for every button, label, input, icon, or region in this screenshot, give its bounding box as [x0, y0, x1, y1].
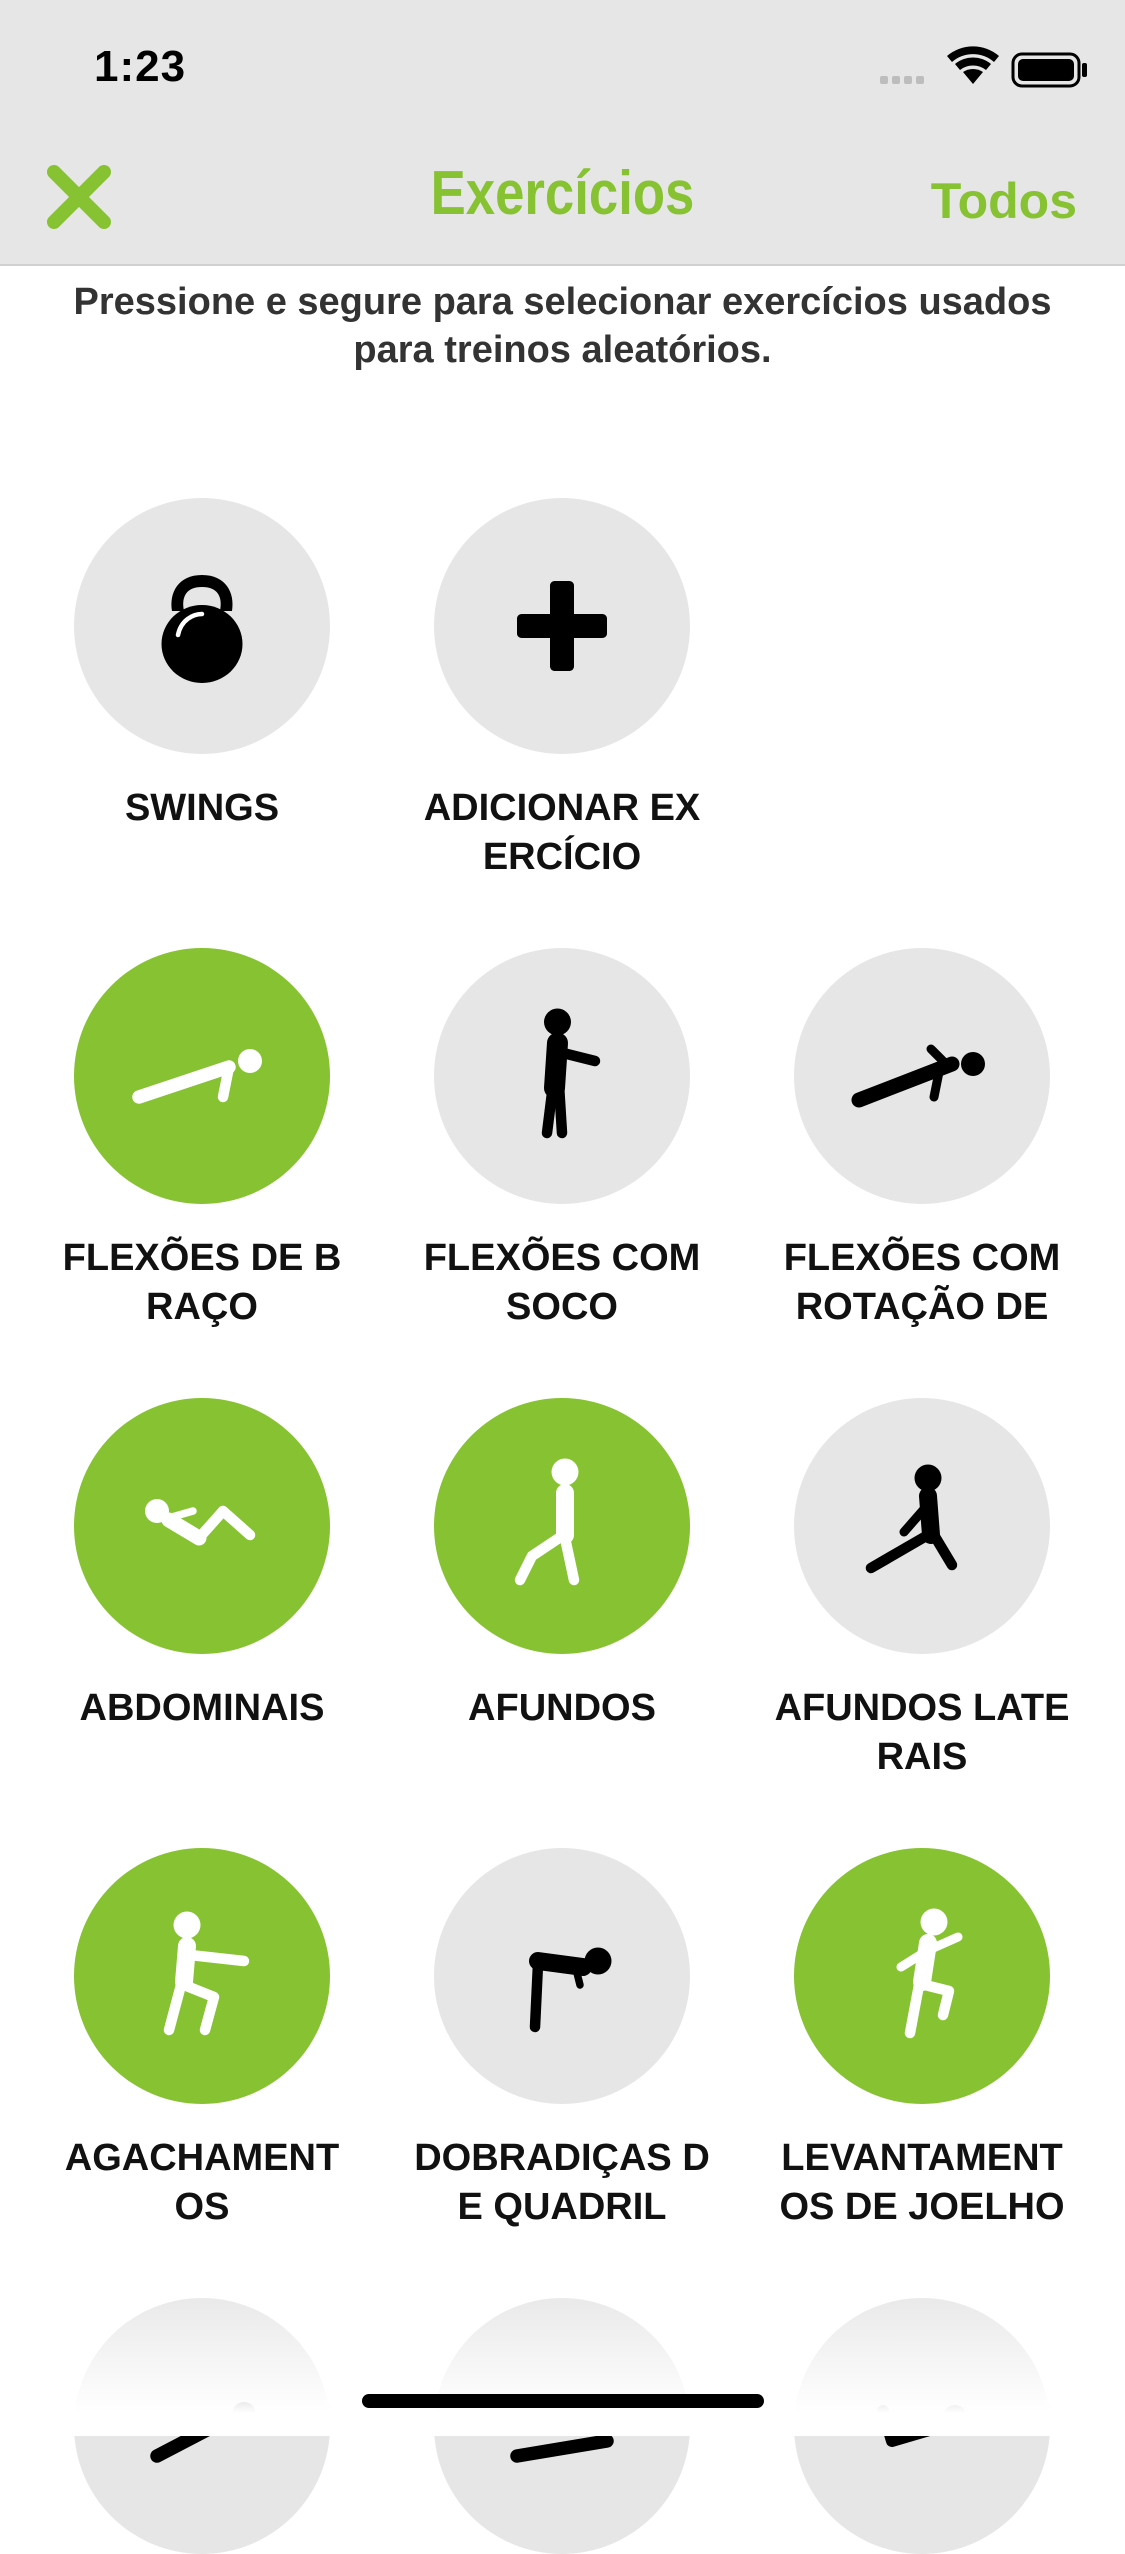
- exercise-icon-circle: [434, 1398, 690, 1654]
- exercise-icon-circle: [74, 498, 330, 754]
- status-bar: 1:23: [0, 0, 1125, 132]
- exercise-icon-circle: [794, 948, 1050, 1204]
- exercise-icon-circle: [74, 948, 330, 1204]
- status-icons: [825, 0, 1125, 132]
- home-indicator[interactable]: [362, 2394, 764, 2408]
- exercise-label: FLEXÕES COM SOCO: [423, 1237, 701, 1328]
- punch-icon: [541, 1008, 601, 1139]
- instructions-text: Pressione e segure para selecionar exerc…: [73, 281, 1052, 371]
- exercise-tile-hip-hinges[interactable]: DOBRADIÇAS DE QUADRIL: [412, 1848, 712, 2232]
- crunch-icon: [145, 1499, 256, 1546]
- exercise-label: DOBRADIÇAS DE QUADRIL: [414, 2137, 710, 2228]
- exercise-icon-circle: [794, 1398, 1050, 1654]
- rotation-push-up-icon: [851, 1044, 985, 1108]
- status-time: 1:23: [94, 42, 187, 91]
- kettlebell-icon: [161, 575, 243, 683]
- exercise-label: FLEXÕES COM ROTAÇÃO DE: [783, 1237, 1061, 1328]
- side-lunge-icon: [865, 1464, 958, 1574]
- exercise-label: AGACHAMENTOS: [64, 2137, 340, 2228]
- knee-raise-icon: [896, 1908, 963, 2039]
- exercise-tile-swings[interactable]: SWINGS: [52, 498, 352, 882]
- add-exercise-button[interactable]: ADICIONAR EXERCÍCIO: [412, 498, 712, 882]
- exercise-tile-lunges[interactable]: AFUNDOS: [412, 1398, 712, 1782]
- select-all-button[interactable]: Todos: [931, 172, 1077, 230]
- exercise-label: ADICIONAR EXERCÍCIO: [423, 787, 701, 878]
- navigation-bar: Exercícios Todos: [0, 132, 1125, 266]
- wifi-icon: [947, 46, 999, 84]
- exercise-tile-crunches[interactable]: ABDOMINAIS: [52, 1398, 352, 1782]
- exercise-icon-circle: [434, 948, 690, 1204]
- exercise-label: SWINGS: [124, 787, 280, 829]
- exercise-icon-circle: [794, 1848, 1050, 2104]
- exercise-icon-circle: [74, 1398, 330, 1654]
- lunge-icon: [514, 1458, 580, 1586]
- page-title: Exercícios: [430, 159, 695, 228]
- exercise-tile-side-lunges[interactable]: AFUNDOS LATERAIS: [772, 1398, 1072, 1782]
- exercise-label: LEVANTAMENTOS DE JOELHO: [779, 2137, 1065, 2228]
- bottom-fade: [0, 2280, 1125, 2436]
- exercise-icon-circle: [74, 1848, 330, 2104]
- exercise-label: AFUNDOS: [468, 1687, 656, 1729]
- plus-icon: [517, 581, 607, 671]
- exercise-icon-circle: [434, 498, 690, 754]
- exercise-tile-squats[interactable]: AGACHAMENTOS: [52, 1848, 352, 2232]
- hip-hinge-icon: [529, 1947, 612, 2033]
- exercise-label: FLEXÕES DE BRAÇO: [62, 1237, 342, 1328]
- exercise-tile-push-ups[interactable]: FLEXÕES DE BRAÇO: [52, 948, 352, 1332]
- battery-icon: [1011, 52, 1087, 88]
- exercise-tile-punch-push-ups[interactable]: FLEXÕES COM SOCO: [412, 948, 712, 1332]
- exercise-label: AFUNDOS LATERAIS: [774, 1687, 1070, 1778]
- exercise-icon-circle: [434, 1848, 690, 2104]
- squat-icon: [163, 1911, 250, 2036]
- push-up-icon: [132, 1049, 262, 1104]
- exercise-tile-knee-raises[interactable]: LEVANTAMENTOS DE JOELHO: [772, 1848, 1072, 2232]
- exercise-label: ABDOMINAIS: [79, 1687, 325, 1729]
- cellular-signal-icon: [880, 76, 924, 84]
- exercise-tile-rotation-push-ups[interactable]: FLEXÕES COM ROTAÇÃO DE: [772, 948, 1072, 1332]
